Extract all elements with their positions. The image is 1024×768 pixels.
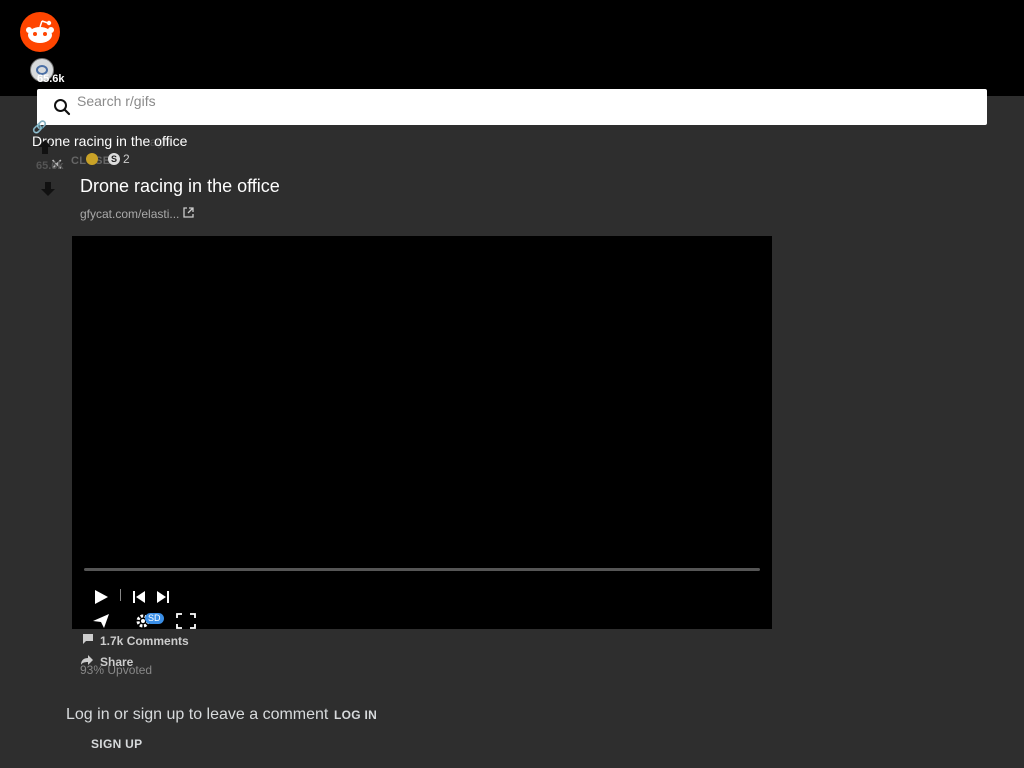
post-title[interactable]: Drone racing in the office — [80, 176, 280, 197]
comments-button[interactable]: 1.7k Comments — [82, 633, 189, 648]
fullscreen-icon[interactable] — [176, 613, 196, 634]
video-player[interactable]: SD — [72, 236, 772, 629]
header-bar: 65.6k — [0, 0, 1024, 96]
search-input[interactable] — [77, 89, 957, 125]
upvote-icon[interactable] — [36, 138, 54, 156]
next-icon[interactable] — [156, 590, 170, 609]
downvote-icon[interactable] — [39, 180, 57, 198]
search-bar[interactable] — [37, 89, 987, 125]
play-icon[interactable] — [93, 589, 109, 610]
login-prompt: Log in or sign up to leave a comment — [66, 706, 329, 723]
quality-badge: SD — [145, 613, 164, 624]
send-icon[interactable] — [92, 613, 110, 634]
award-count: 2 — [123, 152, 130, 166]
comments-label: 1.7k Comments — [100, 633, 189, 648]
gold-award-icon — [86, 153, 98, 165]
silver-award-icon: S — [108, 153, 120, 165]
post-domain-link[interactable]: gfycat.com/elasti... — [80, 207, 179, 221]
subreddit-member-count: 65.6k — [37, 73, 65, 85]
signup-button[interactable]: SIGN UP — [91, 737, 142, 751]
video-progress-bar[interactable] — [84, 568, 760, 571]
login-button[interactable]: LOG IN — [334, 708, 377, 722]
overlay-post-title: Drone racing in the office — [32, 133, 188, 149]
previous-icon[interactable] — [132, 590, 146, 609]
external-link-icon[interactable] — [183, 205, 194, 218]
link-icon: 🔗 — [32, 120, 47, 134]
reddit-logo-icon[interactable] — [20, 12, 60, 52]
comment-icon — [82, 633, 94, 648]
search-icon — [53, 98, 71, 116]
control-divider — [120, 589, 121, 601]
upvote-ratio: 93% Upvoted — [80, 663, 153, 677]
vote-score: 65.6k — [36, 160, 64, 172]
